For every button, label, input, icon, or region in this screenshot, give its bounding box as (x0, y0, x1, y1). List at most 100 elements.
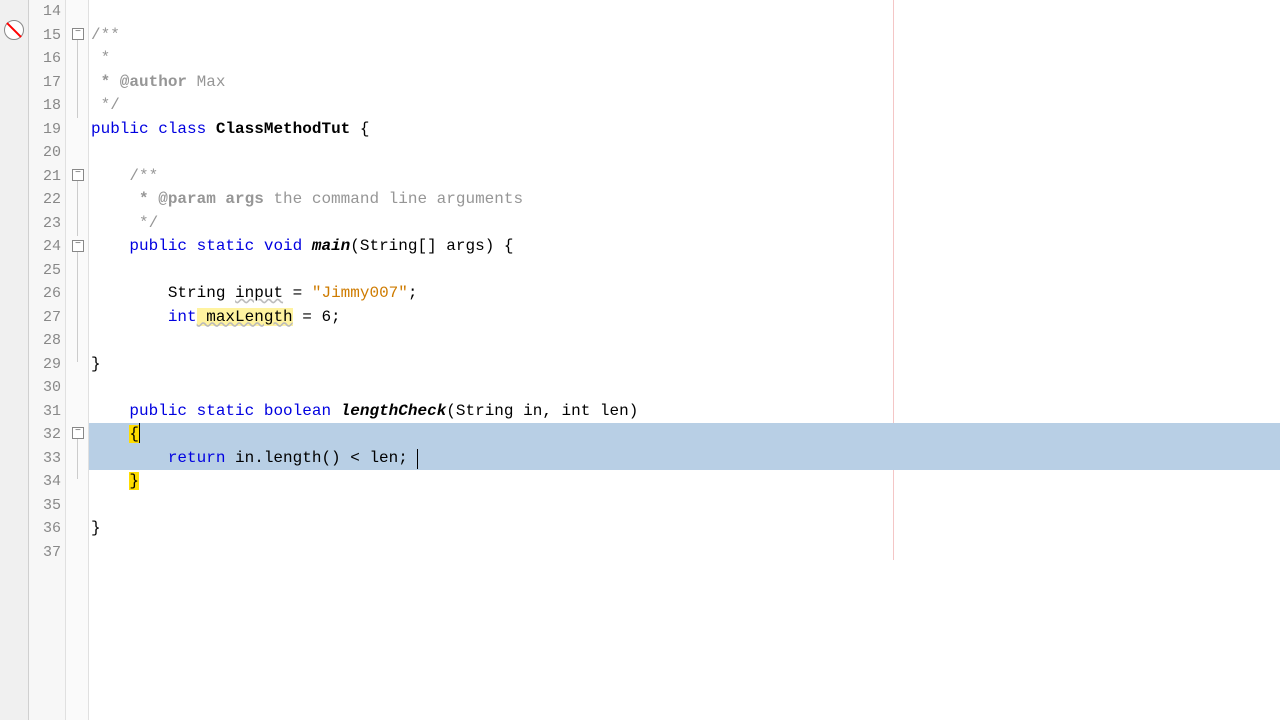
keyword: public (129, 237, 187, 255)
code-line-30[interactable] (89, 376, 1280, 400)
fold-line (77, 252, 78, 362)
line-number[interactable]: 26 (29, 282, 65, 306)
code-text: = 6; (293, 308, 341, 326)
brace: } (91, 355, 101, 373)
fold-toggle-icon[interactable]: − (72, 427, 84, 439)
line-number[interactable]: 36 (29, 517, 65, 541)
code-line-36[interactable]: } (89, 517, 1280, 541)
fold-toggle-icon[interactable]: − (72, 28, 84, 40)
code-line-19[interactable]: public class ClassMethodTut { (89, 118, 1280, 142)
brace: } (91, 519, 101, 537)
variable-name: maxLength (197, 308, 293, 326)
code-line-17[interactable]: * @author Max (89, 71, 1280, 95)
keyword: public (91, 120, 149, 138)
line-number[interactable]: 25 (29, 259, 65, 283)
code-line-22[interactable]: * @param args the command line arguments (89, 188, 1280, 212)
line-number[interactable]: 31 (29, 400, 65, 424)
code-line-28[interactable] (89, 329, 1280, 353)
method-name: main (312, 237, 350, 255)
code-line-35[interactable] (89, 494, 1280, 518)
code-line-33[interactable]: return in.length() < len; (89, 447, 1280, 471)
comment-open: /** (91, 26, 120, 44)
code-line-20[interactable] (89, 141, 1280, 165)
brace-highlight: { (129, 425, 139, 443)
comment-open: /** (129, 167, 158, 185)
code-line-29[interactable]: } (89, 353, 1280, 377)
code-line-15[interactable]: /** (89, 24, 1280, 48)
operator: = (283, 284, 312, 302)
code-line-31[interactable]: public static boolean lengthCheck(String… (89, 400, 1280, 424)
code-line-34[interactable]: } (89, 470, 1280, 494)
keyword: public (129, 402, 187, 420)
keyword: boolean (264, 402, 331, 420)
glyph-margin (0, 0, 29, 720)
line-number[interactable]: 28 (29, 329, 65, 353)
line-number[interactable]: 29 (29, 353, 65, 377)
line-number[interactable]: 20 (29, 141, 65, 165)
brace-highlight: } (129, 472, 139, 490)
fold-line (77, 181, 78, 236)
line-number[interactable]: 19 (29, 118, 65, 142)
line-number[interactable]: 34 (29, 470, 65, 494)
fold-line (77, 439, 78, 479)
caret-icon (139, 423, 140, 443)
javadoc-tag: * @param (129, 190, 215, 208)
code-line-14[interactable] (89, 0, 1280, 24)
code-line-21[interactable]: /** (89, 165, 1280, 189)
keyword: class (158, 120, 206, 138)
editor-container: 14 15 16 17 18 19 20 21 22 23 24 25 26 2… (0, 0, 1280, 720)
error-glyph-icon (4, 20, 24, 40)
code-line-27[interactable]: int maxLength = 6; (89, 306, 1280, 330)
code-line-18[interactable]: */ (89, 94, 1280, 118)
code-line-23[interactable]: */ (89, 212, 1280, 236)
line-number[interactable]: 35 (29, 494, 65, 518)
line-number[interactable]: 33 (29, 447, 65, 471)
code-line-16[interactable]: * (89, 47, 1280, 71)
code-line-24[interactable]: public static void main(String[] args) { (89, 235, 1280, 259)
text-cursor-icon (417, 449, 418, 469)
line-number[interactable]: 21 (29, 165, 65, 189)
line-number[interactable]: 23 (29, 212, 65, 236)
method-signature: (String in, int len) (446, 402, 638, 420)
class-name: ClassMethodTut (216, 120, 350, 138)
method-name: lengthCheck (341, 402, 447, 420)
keyword: static (197, 237, 255, 255)
code-line-26[interactable]: String input = "Jimmy007"; (89, 282, 1280, 306)
type: String (168, 284, 235, 302)
line-number-gutter[interactable]: 14 15 16 17 18 19 20 21 22 23 24 25 26 2… (29, 0, 66, 720)
javadoc-tag: * @author (91, 73, 187, 91)
line-number[interactable]: 32 (29, 423, 65, 447)
keyword: void (264, 237, 302, 255)
keyword: static (197, 402, 255, 420)
line-number[interactable]: 18 (29, 94, 65, 118)
javadoc-desc: the command line arguments (264, 190, 523, 208)
method-signature: (String[] args) { (350, 237, 513, 255)
code-text: in.length() < len; (225, 449, 407, 467)
fold-toggle-icon[interactable]: − (72, 169, 84, 181)
javadoc-param-name: args (216, 190, 264, 208)
code-line-32[interactable]: { (89, 423, 1280, 447)
fold-line (77, 40, 78, 118)
line-number[interactable]: 22 (29, 188, 65, 212)
comment-close: */ (91, 96, 120, 114)
line-number[interactable]: 16 (29, 47, 65, 71)
keyword: return (168, 449, 226, 467)
line-number[interactable]: 17 (29, 71, 65, 95)
comment: * (91, 49, 110, 67)
fold-gutter[interactable]: − − − − (66, 0, 89, 720)
line-number[interactable]: 15 (29, 24, 65, 48)
variable-name: input (235, 284, 283, 302)
code-line-37[interactable] (89, 541, 1280, 565)
comment-close: */ (129, 214, 158, 232)
line-number[interactable]: 30 (29, 376, 65, 400)
line-number[interactable]: 27 (29, 306, 65, 330)
brace: { (350, 120, 369, 138)
line-number[interactable]: 14 (29, 0, 65, 24)
line-number[interactable]: 37 (29, 541, 65, 565)
line-number[interactable]: 24 (29, 235, 65, 259)
code-line-25[interactable] (89, 259, 1280, 283)
semicolon: ; (408, 284, 418, 302)
fold-toggle-icon[interactable]: − (72, 240, 84, 252)
code-editor[interactable]: /** * * @author Max */ public class Clas… (89, 0, 1280, 720)
javadoc-value: Max (187, 73, 225, 91)
